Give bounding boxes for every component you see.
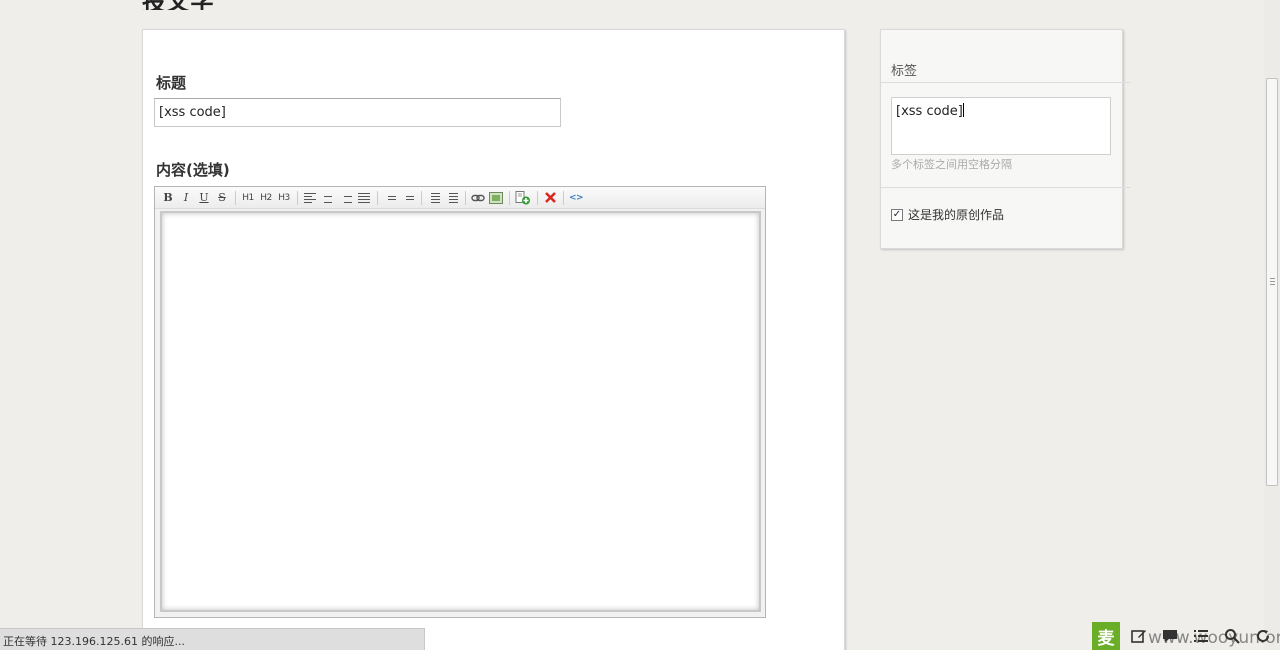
heading1-button[interactable]: H1: [241, 190, 255, 206]
original-work-label: 这是我的原创作品: [908, 208, 1005, 222]
italic-button[interactable]: I: [179, 190, 193, 206]
align-right-icon[interactable]: [339, 190, 353, 206]
post-form-card: 标题 内容(选填) B I U S H1 H2 H3: [142, 29, 845, 650]
toolbar-divider: [421, 190, 422, 205]
tags-heading: 标签: [891, 64, 918, 79]
indent-icon[interactable]: [383, 190, 397, 206]
strikethrough-button[interactable]: S: [215, 190, 229, 206]
heading3-button[interactable]: H3: [277, 190, 291, 206]
bold-button[interactable]: B: [161, 190, 175, 206]
panel-divider: [881, 82, 1131, 83]
toolbar-divider: [297, 190, 298, 205]
watermark: www.wooyun.org: [1148, 628, 1280, 648]
tags-input-text: [xss code]: [896, 104, 963, 119]
unordered-list-icon[interactable]: [445, 190, 459, 206]
outdent-icon[interactable]: [401, 190, 415, 206]
align-left-icon[interactable]: [303, 190, 317, 206]
scrollbar-thumb[interactable]: [1266, 78, 1278, 486]
page-scrollbar[interactable]: [1264, 0, 1280, 650]
align-justify-icon[interactable]: [357, 190, 371, 206]
link-icon[interactable]: [471, 190, 485, 206]
title-input[interactable]: [154, 98, 561, 127]
title-label: 标题: [156, 74, 187, 92]
align-center-icon[interactable]: [321, 190, 335, 206]
tags-input[interactable]: [xss code]: [891, 97, 1111, 155]
page-title: 投文字: [142, 0, 214, 10]
toolbar-divider: [563, 190, 564, 205]
tags-panel: 标签 [xss code] 多个标签之间用空格分隔 ✓ 这是我的原创作品: [880, 29, 1131, 249]
grip-icon: [1270, 278, 1275, 285]
heading2-button[interactable]: H2: [259, 190, 273, 206]
mai-logo-button[interactable]: 麦: [1092, 622, 1120, 650]
underline-button[interactable]: U: [197, 190, 211, 206]
toolbar-divider: [235, 190, 236, 205]
tags-hint: 多个标签之间用空格分隔: [891, 158, 1012, 171]
image-icon[interactable]: [489, 190, 503, 206]
toolbar-divider: [465, 190, 466, 205]
content-label: 内容(选填): [156, 161, 230, 179]
original-work-option: ✓ 这是我的原创作品: [891, 206, 1004, 223]
remove-format-icon[interactable]: [543, 190, 557, 206]
original-work-checkbox[interactable]: ✓: [891, 208, 903, 221]
text-caret: [962, 103, 964, 117]
rich-text-editor: B I U S H1 H2 H3 <>: [154, 186, 766, 618]
browser-status-bar: 正在等待 123.196.125.61 的响应...: [0, 628, 425, 650]
ordered-list-icon[interactable]: [427, 190, 441, 206]
panel-divider: [881, 187, 1131, 188]
insert-attachment-icon[interactable]: [515, 190, 531, 206]
toolbar-divider: [537, 190, 538, 205]
source-code-icon[interactable]: <>: [569, 190, 584, 206]
editor-content-area[interactable]: [160, 211, 761, 612]
toolbar-divider: [377, 190, 378, 205]
editor-toolbar: B I U S H1 H2 H3 <>: [155, 187, 765, 209]
toolbar-divider: [509, 190, 510, 205]
